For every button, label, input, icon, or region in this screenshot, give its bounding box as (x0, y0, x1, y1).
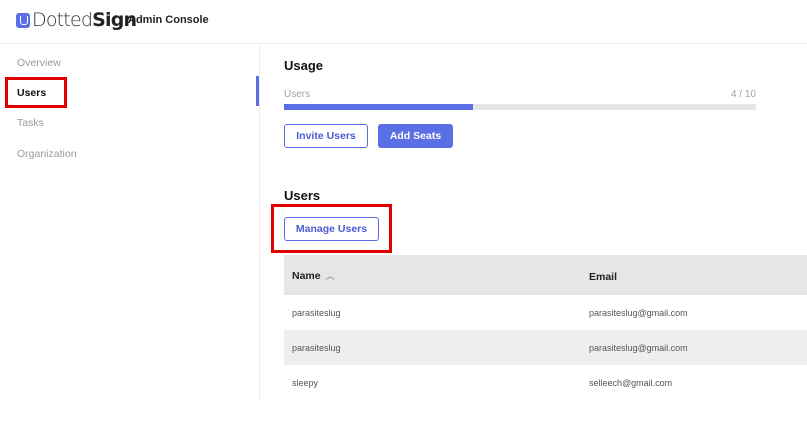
highlight-box-users-nav (5, 77, 67, 108)
column-header-name-label: Name (292, 270, 321, 282)
cell-email: parasiteslug@gmail.com (589, 308, 688, 318)
highlight-box-manage-users (271, 204, 392, 253)
active-nav-indicator (256, 76, 259, 106)
cell-name: parasiteslug (292, 308, 341, 318)
cell-name: sleepy (292, 378, 319, 388)
sidebar-item-overview[interactable]: Overview (17, 57, 61, 69)
usage-progress-bar (284, 104, 756, 110)
column-header-email[interactable]: Email (589, 271, 617, 283)
sidebar-item-organization[interactable]: Organization (17, 148, 77, 160)
column-header-name[interactable]: Name ︿ (292, 269, 335, 282)
sort-ascending-icon: ︿ (325, 271, 335, 281)
table-row[interactable]: sleepy selleech@gmail.com (284, 365, 807, 400)
cell-name: parasiteslug (292, 343, 341, 353)
sidebar-item-tasks[interactable]: Tasks (17, 117, 44, 129)
cell-email: selleech@gmail.com (589, 378, 673, 388)
users-section-title: Users (284, 188, 321, 203)
usage-title: Usage (284, 58, 324, 73)
table-row[interactable]: parasiteslug parasiteslug@gmail.com (284, 330, 807, 365)
table-header: Name ︿ Email (284, 255, 807, 295)
usage-users-label: Users (284, 89, 311, 100)
usage-progress-fill (284, 104, 473, 110)
usage-count: 4 / 10 (730, 89, 756, 100)
dottedsign-logo[interactable]: Dotted Sign (16, 9, 137, 31)
table-row[interactable]: parasiteslug parasiteslug@gmail.com (284, 295, 807, 330)
top-header: Dotted Sign Admin Console (0, 0, 807, 44)
admin-console-label: Admin Console (128, 14, 209, 26)
users-table: Name ︿ Email parasiteslug parasiteslug@gm… (284, 255, 807, 400)
invite-users-button[interactable]: Invite Users (284, 124, 368, 148)
cell-email: parasiteslug@gmail.com (589, 343, 688, 353)
add-seats-button[interactable]: Add Seats (378, 124, 453, 148)
logo-text-dotted: Dotted (32, 9, 93, 31)
dottedsign-logo-icon (16, 12, 30, 28)
